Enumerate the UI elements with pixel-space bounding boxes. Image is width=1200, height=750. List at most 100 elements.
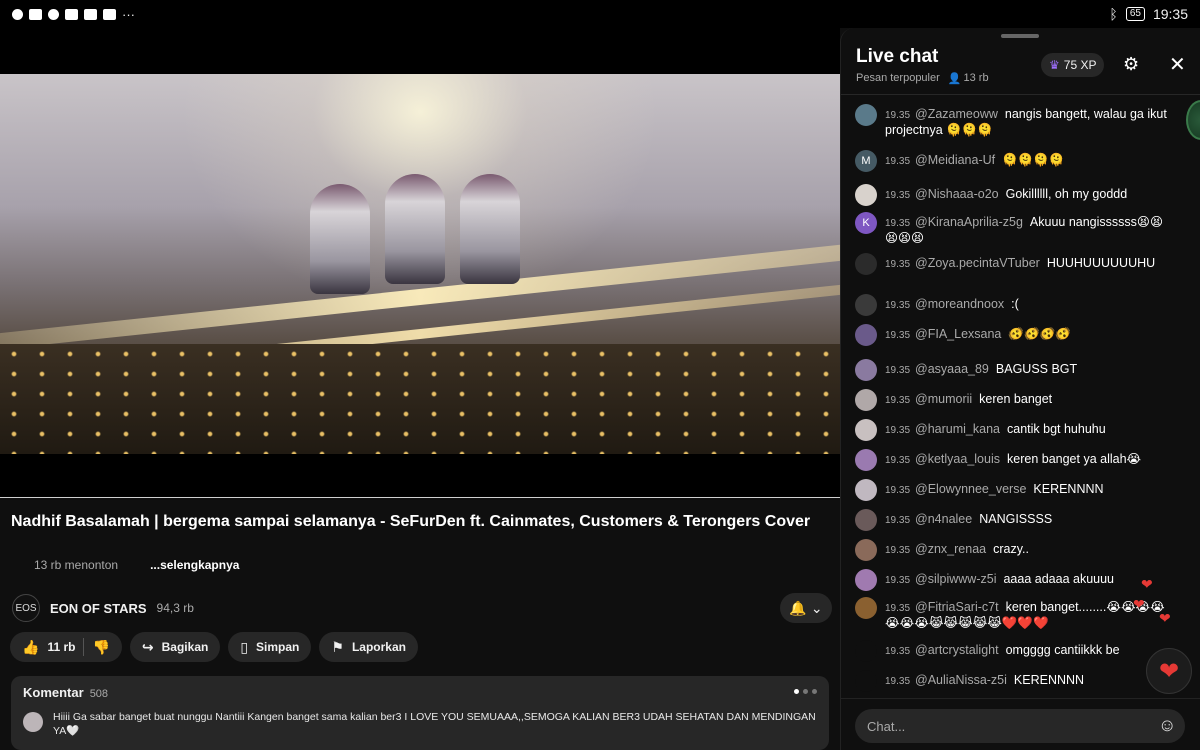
pagination-dots xyxy=(794,689,817,694)
save-label: Simpan xyxy=(256,640,300,654)
battery-indicator: 65 xyxy=(1125,7,1145,21)
channel-avatar[interactable]: EOS xyxy=(12,594,40,622)
avatar[interactable] xyxy=(855,597,877,619)
comments-label: Komentar xyxy=(23,685,84,700)
avatar[interactable]: M xyxy=(855,150,877,172)
chat-text: cantik bgt huhuhu xyxy=(1007,422,1106,436)
chat-message[interactable]: 19.35 @FIA_Lexsana 🫨🫨🫨🫨 xyxy=(855,324,1175,346)
chat-message[interactable]: 19.35 @ketlyaa_louis keren banget ya allah… xyxy=(855,449,1175,471)
video-progress-bar[interactable] xyxy=(0,497,840,498)
avatar[interactable] xyxy=(855,184,877,206)
chat-message-body: 19.35 @n4nalee NANGISSSS xyxy=(885,509,1175,531)
chat-mode-selector[interactable]: Pesan terpopuler xyxy=(856,72,940,85)
live-chat-subtitle: Pesan terpopuler 👤 13 rb xyxy=(856,72,989,85)
close-icon[interactable]: ✕ xyxy=(1169,52,1186,77)
chat-message[interactable]: K 19.35 @KiranaAprilia-z5g Akuuu nangisssss… xyxy=(855,212,1175,246)
chat-username[interactable]: @silpiwww-z5i xyxy=(915,572,996,586)
avatar[interactable] xyxy=(855,359,877,381)
heart-reaction-icon: ❤ xyxy=(1133,596,1145,612)
chat-message[interactable]: 19.35 @mumorii keren banget xyxy=(855,389,1175,411)
chat-username[interactable]: @Zoya.pecintaVTuber xyxy=(915,256,1040,270)
heart-reaction-button[interactable]: ❤ xyxy=(1146,648,1192,694)
comments-card[interactable]: Komentar 508 Hiiii Ga sabar banget buat … xyxy=(11,676,829,750)
notification-bell-button[interactable]: 🔔 ⌄ xyxy=(780,593,832,623)
chat-message[interactable]: 19.35 @asyaaa_89 BAGUSS BGT xyxy=(855,359,1175,381)
drag-handle[interactable] xyxy=(1001,34,1039,38)
chat-username[interactable]: @Meidiana-Uf xyxy=(915,153,995,167)
chat-message[interactable]: 19.35 @artcrystalight omgggg cantiikkk be xyxy=(855,640,1175,662)
avatar[interactable]: K xyxy=(855,212,877,234)
avatar[interactable] xyxy=(855,419,877,441)
report-button[interactable]: ⚑ Laporkan xyxy=(319,632,418,662)
filter-sliders-icon[interactable]: ⚙ xyxy=(1123,54,1139,75)
chat-message[interactable]: M 19.35 @Meidiana-Uf 🫠🫠🫠🫠 xyxy=(855,150,1175,172)
chat-message[interactable]: 19.35 @Zoya.pecintaVTuber HUUHUUUUUUHU xyxy=(855,253,1175,275)
chat-timestamp: 19.35 xyxy=(885,575,911,586)
avatar[interactable] xyxy=(855,640,877,662)
avatar[interactable] xyxy=(855,294,877,316)
share-button[interactable]: ↪ Bagikan xyxy=(129,632,221,662)
chat-username[interactable]: @znx_renaa xyxy=(915,542,986,556)
chat-message[interactable]: 19.35 @silpiwww-z5i aaaa adaaa akuuuu xyxy=(855,569,1175,591)
chat-message[interactable]: 19.35 @Zazameoww nangis bangett, walau ga … xyxy=(855,104,1175,138)
emoji-icon[interactable]: ☺ xyxy=(1158,715,1176,736)
chevron-down-icon: ⌄ xyxy=(810,599,823,616)
avatar[interactable] xyxy=(855,479,877,501)
like-count[interactable]: 11 rb xyxy=(47,640,75,654)
chat-username[interactable]: @KiranaAprilia-z5g xyxy=(915,215,1023,229)
avatar[interactable] xyxy=(855,104,877,126)
chat-message[interactable]: 19.35 @harumi_kana cantik bgt huhuhu xyxy=(855,419,1175,441)
like-dislike-group: 👍 11 rb 👎 xyxy=(10,632,122,662)
video-character xyxy=(310,184,370,294)
chat-message[interactable]: 19.35 @znx_renaa crazy.. xyxy=(855,539,1175,561)
chat-username[interactable]: @FitriaSari-c7t xyxy=(915,600,999,614)
chat-message[interactable]: 19.35 @AuliaNissa-z5i KERENNNN xyxy=(855,670,1175,692)
more-notifications-icon: ··· xyxy=(122,6,135,22)
avatar[interactable] xyxy=(855,449,877,471)
avatar[interactable] xyxy=(855,324,877,346)
chat-username[interactable]: @n4nalee xyxy=(915,512,972,526)
avatar[interactable] xyxy=(855,389,877,411)
chat-text: :( xyxy=(1011,297,1019,311)
video-frame[interactable] xyxy=(0,74,840,454)
chat-username[interactable]: @moreandnoox xyxy=(915,297,1004,311)
chat-username[interactable]: @ketlyaa_louis xyxy=(915,452,1000,466)
chat-text: keren banget ya allah😭 xyxy=(1007,452,1142,466)
chat-username[interactable]: @mumorii xyxy=(915,392,972,406)
bell-icon: 🔔 xyxy=(789,599,807,616)
video-panel: Nadhif Basalamah | bergema sampai selama… xyxy=(0,28,840,750)
chat-message-body: 19.35 @FIA_Lexsana 🫨🫨🫨🫨 xyxy=(885,324,1175,346)
chat-username[interactable]: @Nishaaa-o2o xyxy=(915,187,999,201)
chat-message[interactable]: 19.35 @Elowynnee_verse KERENNNN xyxy=(855,479,1175,501)
chat-message[interactable]: 19.35 @n4nalee NANGISSSS xyxy=(855,509,1175,531)
chat-username[interactable]: @asyaaa_89 xyxy=(915,362,989,376)
save-button[interactable]: ▯ Simpan xyxy=(228,632,312,662)
chat-input[interactable] xyxy=(855,709,1185,743)
chat-username[interactable]: @artcrystalight xyxy=(915,643,999,657)
video-player[interactable] xyxy=(0,28,840,498)
avatar[interactable] xyxy=(855,509,877,531)
chat-message[interactable]: 19.35 @Nishaaa-o2o Gokillllll, oh my goddd xyxy=(855,184,1175,206)
avatar[interactable] xyxy=(855,253,877,275)
thumbs-up-icon[interactable]: 👍 xyxy=(22,639,39,656)
chat-username[interactable]: @AuliaNissa-z5i xyxy=(915,673,1007,687)
xp-badge[interactable]: ♛ 75 XP xyxy=(1041,53,1105,77)
avatar[interactable] xyxy=(855,670,877,692)
chat-timestamp: 19.35 xyxy=(885,425,911,436)
chat-username[interactable]: @harumi_kana xyxy=(915,422,1000,436)
chat-username[interactable]: @Zazameoww xyxy=(915,107,998,121)
chat-username[interactable]: @FIA_Lexsana xyxy=(915,327,1001,341)
chat-message-body: 19.35 @mumorii keren banget xyxy=(885,389,1175,411)
side-badge-icon[interactable] xyxy=(1186,100,1200,140)
chat-username[interactable]: @Elowynnee_verse xyxy=(915,482,1026,496)
avatar[interactable] xyxy=(855,569,877,591)
heart-reaction-icon: ❤ xyxy=(1141,576,1153,592)
show-more-link[interactable]: ...selengkapnya xyxy=(150,558,239,572)
chat-message[interactable]: 19.35 @FitriaSari-c7t keren banget........… xyxy=(855,597,1175,631)
chat-text: aaaa adaaa akuuuu xyxy=(1003,572,1115,586)
thumbs-down-icon[interactable]: 👎 xyxy=(92,639,109,656)
channel-name[interactable]: EON OF STARS xyxy=(50,601,147,616)
divider xyxy=(83,638,85,656)
chat-message[interactable]: 19.35 @moreandnoox:( xyxy=(855,294,1175,316)
avatar[interactable] xyxy=(855,539,877,561)
